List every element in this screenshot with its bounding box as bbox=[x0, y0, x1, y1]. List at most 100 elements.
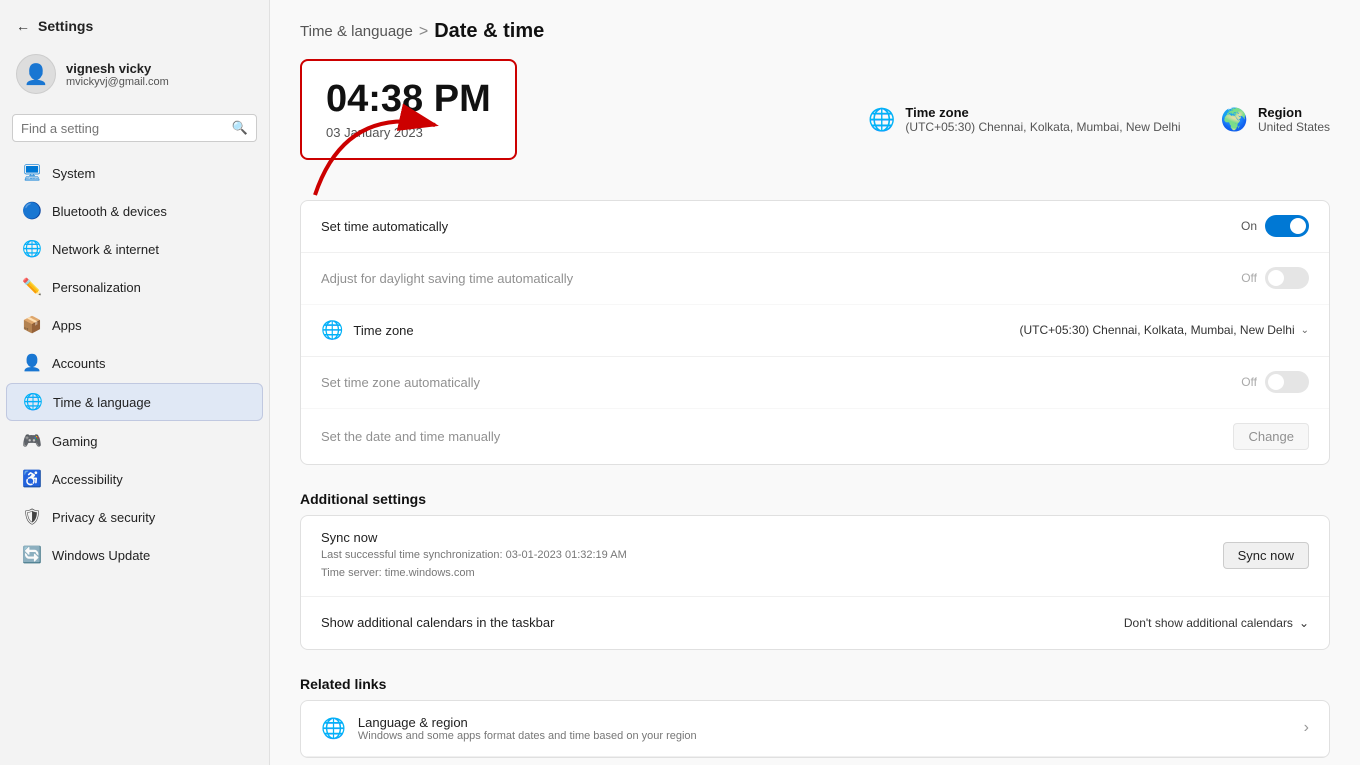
daylight-saving-row: Adjust for daylight saving time automati… bbox=[301, 253, 1329, 305]
related-links-title: Related links bbox=[300, 660, 1330, 700]
sidebar-item-personalization[interactable]: ✏️ Personalization bbox=[6, 269, 263, 305]
additional-calendars-value: Don't show additional calendars bbox=[1124, 616, 1293, 630]
network-icon: 🌐 bbox=[22, 239, 42, 259]
user-name: vignesh vicky bbox=[66, 61, 169, 76]
user-email: mvickyvj@gmail.com bbox=[66, 76, 169, 88]
timezone-chevron-down-icon: ⌄ bbox=[1301, 325, 1309, 336]
region-globe-icon: 🌍 bbox=[1221, 107, 1248, 133]
toggle-thumb bbox=[1268, 374, 1284, 390]
timezone-row-icon: 🌐 bbox=[321, 320, 343, 341]
additional-settings-title: Additional settings bbox=[300, 475, 1330, 515]
sidebar-item-gaming[interactable]: 🎮 Gaming bbox=[6, 423, 263, 459]
sidebar-item-network[interactable]: 🌐 Network & internet bbox=[6, 231, 263, 267]
sidebar-item-system[interactable]: 🖥 System bbox=[6, 155, 263, 191]
set-tz-auto-row: Set time zone automatically Off bbox=[301, 357, 1329, 409]
language-region-description: Windows and some apps format dates and t… bbox=[358, 730, 697, 742]
daylight-saving-toggle-text: Off bbox=[1241, 271, 1257, 285]
sync-last-sync: Last successful time synchronization: 03… bbox=[321, 547, 627, 564]
apps-icon: 📦 bbox=[22, 315, 42, 335]
region-info-label: Region bbox=[1258, 105, 1330, 120]
daylight-saving-toggle[interactable] bbox=[1265, 267, 1309, 289]
set-time-auto-row: Set time automatically On bbox=[301, 201, 1329, 253]
user-info: vignesh vicky mvickyvj@gmail.com bbox=[66, 61, 169, 88]
back-button[interactable]: ← bbox=[16, 18, 30, 34]
sidebar-item-label: Bluetooth & devices bbox=[52, 204, 167, 219]
daylight-saving-control: Off bbox=[1241, 267, 1309, 289]
timezone-info-label: Time zone bbox=[905, 105, 1180, 120]
timezone-info-value: (UTC+05:30) Chennai, Kolkata, Mumbai, Ne… bbox=[905, 120, 1180, 134]
additional-calendars-label: Show additional calendars in the taskbar bbox=[321, 615, 554, 630]
time-display: 04:38 PM bbox=[326, 79, 491, 121]
sync-now-button[interactable]: Sync now bbox=[1223, 542, 1309, 569]
toggle-thumb bbox=[1290, 218, 1306, 234]
sidebar-item-accounts[interactable]: 👤 Accounts bbox=[6, 345, 263, 381]
sidebar-item-privacy[interactable]: 🛡 Privacy & security bbox=[6, 499, 263, 535]
sidebar-header: ← Settings bbox=[0, 10, 269, 46]
breadcrumb-parent: Time & language bbox=[300, 23, 413, 40]
additional-calendars-row: Show additional calendars in the taskbar… bbox=[301, 597, 1329, 649]
sync-server: Time server: time.windows.com bbox=[321, 565, 627, 582]
breadcrumb: Time & language > Date & time bbox=[300, 20, 1330, 43]
sidebar-item-label: Time & language bbox=[53, 395, 151, 410]
time-icon: 🌐 bbox=[23, 392, 43, 412]
bluetooth-icon: 🔵 bbox=[22, 201, 42, 221]
sidebar-item-time[interactable]: 🌐 Time & language bbox=[6, 383, 263, 421]
sidebar-item-label: Personalization bbox=[52, 280, 141, 295]
change-date-button[interactable]: Change bbox=[1233, 423, 1309, 450]
sidebar-title: Settings bbox=[38, 18, 93, 34]
timezone-row-label: Time zone bbox=[353, 323, 413, 338]
sidebar-item-bluetooth[interactable]: 🔵 Bluetooth & devices bbox=[6, 193, 263, 229]
timezone-dropdown[interactable]: (UTC+05:30) Chennai, Kolkata, Mumbai, Ne… bbox=[1019, 323, 1309, 337]
chevron-right-icon: › bbox=[1304, 719, 1309, 737]
breadcrumb-separator: > bbox=[419, 23, 428, 41]
sidebar: ← Settings 👤 vignesh vicky mvickyvj@gmai… bbox=[0, 0, 270, 765]
sidebar-item-label: Windows Update bbox=[52, 548, 150, 563]
breadcrumb-current: Date & time bbox=[434, 20, 544, 43]
sidebar-item-apps[interactable]: 📦 Apps bbox=[6, 307, 263, 343]
region-info-value: United States bbox=[1258, 120, 1330, 134]
region-info-card: 🌍 Region United States bbox=[1221, 105, 1330, 134]
main-content: Time & language > Date & time 04:38 PM 0… bbox=[270, 0, 1360, 765]
set-tz-auto-toggle[interactable] bbox=[1265, 371, 1309, 393]
set-date-manual-row: Set the date and time manually Change bbox=[301, 409, 1329, 464]
update-icon: 🔄 bbox=[22, 545, 42, 565]
search-icon: 🔍 bbox=[232, 120, 248, 136]
sidebar-item-label: System bbox=[52, 166, 95, 181]
language-region-icon: 🌐 bbox=[321, 716, 346, 741]
settings-section: Set time automatically On Adjust for day… bbox=[300, 200, 1330, 465]
sidebar-item-accessibility[interactable]: ♿ Accessibility bbox=[6, 461, 263, 497]
set-time-auto-toggle[interactable] bbox=[1265, 215, 1309, 237]
sync-title: Sync now bbox=[321, 530, 627, 545]
sidebar-item-label: Accessibility bbox=[52, 472, 123, 487]
sidebar-item-label: Network & internet bbox=[52, 242, 159, 257]
set-tz-auto-toggle-text: Off bbox=[1241, 375, 1257, 389]
timezone-globe-icon: 🌐 bbox=[868, 107, 895, 133]
sidebar-item-label: Apps bbox=[52, 318, 82, 333]
accounts-icon: 👤 bbox=[22, 353, 42, 373]
personalization-icon: ✏️ bbox=[22, 277, 42, 297]
timezone-dropdown-value: (UTC+05:30) Chennai, Kolkata, Mumbai, Ne… bbox=[1019, 323, 1294, 337]
time-card: 04:38 PM 03 January 2023 bbox=[300, 59, 517, 160]
set-time-auto-control: On bbox=[1241, 215, 1309, 237]
set-tz-auto-label: Set time zone automatically bbox=[321, 375, 480, 390]
sidebar-item-update[interactable]: 🔄 Windows Update bbox=[6, 537, 263, 573]
daylight-saving-label: Adjust for daylight saving time automati… bbox=[321, 271, 573, 286]
timezone-row: 🌐 Time zone (UTC+05:30) Chennai, Kolkata… bbox=[301, 305, 1329, 357]
additional-calendars-chevron-icon: ⌄ bbox=[1299, 616, 1309, 630]
search-box[interactable]: 🔍 bbox=[12, 114, 257, 142]
set-tz-auto-control: Off bbox=[1241, 371, 1309, 393]
additional-settings-section: Sync now Last successful time synchroniz… bbox=[300, 515, 1330, 650]
timezone-info-card: 🌐 Time zone (UTC+05:30) Chennai, Kolkata… bbox=[868, 105, 1181, 134]
language-region-row[interactable]: 🌐 Language & region Windows and some app… bbox=[301, 701, 1329, 757]
sidebar-item-label: Privacy & security bbox=[52, 510, 155, 525]
sidebar-item-label: Accounts bbox=[52, 356, 105, 371]
additional-calendars-dropdown[interactable]: Don't show additional calendars ⌄ bbox=[1124, 616, 1309, 630]
gaming-icon: 🎮 bbox=[22, 431, 42, 451]
date-display: 03 January 2023 bbox=[326, 125, 491, 140]
related-links-section: 🌐 Language & region Windows and some app… bbox=[300, 700, 1330, 758]
search-input[interactable] bbox=[21, 121, 226, 136]
avatar: 👤 bbox=[16, 54, 56, 94]
sidebar-item-label: Gaming bbox=[52, 434, 98, 449]
system-icon: 🖥 bbox=[22, 163, 42, 183]
privacy-icon: 🛡 bbox=[22, 507, 42, 527]
